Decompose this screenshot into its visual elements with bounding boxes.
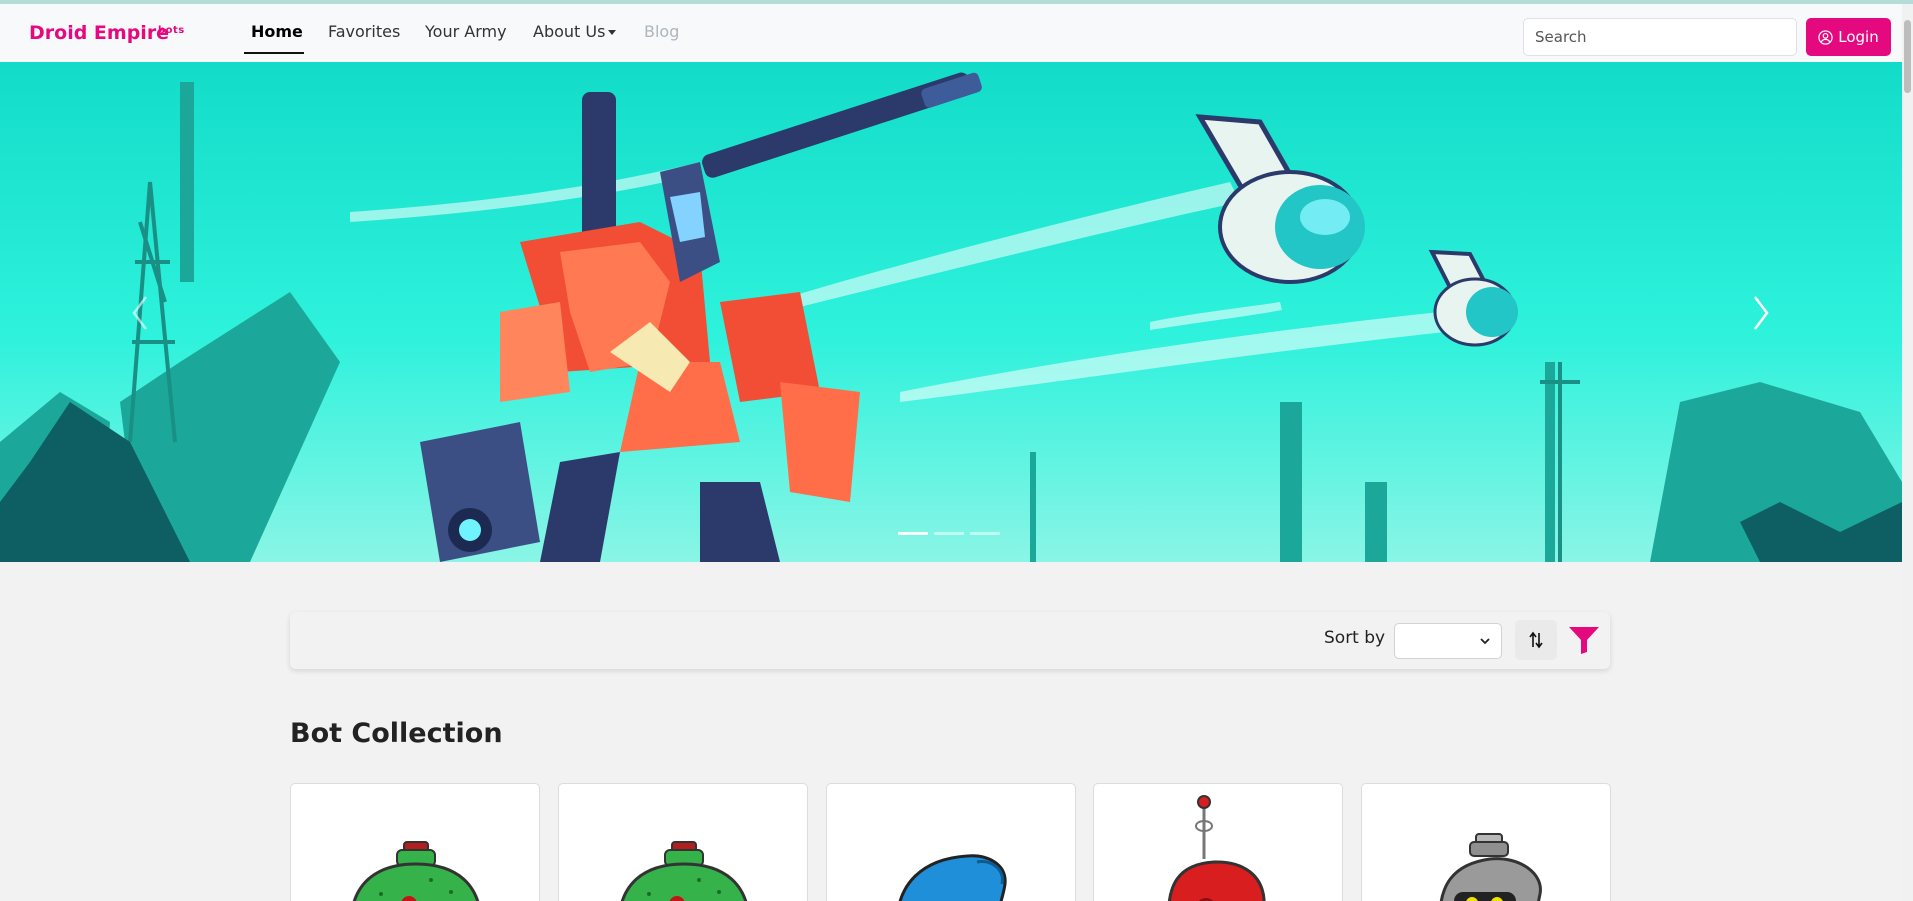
scrollbar-thumb[interactable]: [1904, 20, 1911, 93]
nav-favorites[interactable]: Favorites: [328, 22, 400, 41]
chevron-left-icon[interactable]: [126, 291, 156, 335]
hero-carousel: [0, 62, 1902, 562]
navbar: Droid Empire bots Home Favorites Your Ar…: [0, 4, 1902, 62]
sort-label: Sort by: [1324, 628, 1386, 648]
login-label: Login: [1838, 28, 1879, 46]
red-bot-avatar: [1167, 795, 1266, 901]
nav-about-us[interactable]: About Us: [533, 22, 617, 41]
blue-bot-avatar: [898, 854, 1007, 901]
carousel-indicators: [898, 532, 1000, 535]
bot-card[interactable]: [1361, 783, 1611, 901]
green-bot-avatar: [620, 841, 748, 901]
gray-bot-avatar: [1439, 833, 1542, 901]
carousel-indicator-3[interactable]: [970, 532, 1000, 535]
page-scrollbar[interactable]: [1902, 4, 1913, 901]
bot-card[interactable]: [290, 783, 540, 901]
login-button[interactable]: Login: [1806, 18, 1891, 56]
bot-card[interactable]: [558, 783, 808, 901]
sort-filter-toolbar: Sort by: [290, 612, 1610, 669]
sort-arrows-icon: [1529, 631, 1543, 649]
hero-illustration: [0, 62, 1902, 562]
brand-tagline: bots: [158, 25, 185, 36]
chevron-down-icon: [1480, 638, 1490, 645]
green-bot-avatar: [352, 841, 480, 901]
collection-title: Bot Collection: [290, 718, 503, 749]
brand-logo[interactable]: Droid Empire: [29, 22, 169, 44]
filter-icon: [1569, 627, 1599, 654]
caret-down-icon: [608, 30, 617, 35]
nav-blog[interactable]: Blog: [644, 22, 679, 41]
bot-card[interactable]: [1093, 783, 1343, 901]
carousel-indicator-1[interactable]: [898, 532, 928, 535]
bot-card[interactable]: [826, 783, 1076, 901]
sort-select[interactable]: [1394, 623, 1502, 659]
filter-button[interactable]: [1565, 622, 1603, 658]
carousel-indicator-2[interactable]: [934, 532, 964, 535]
chevron-right-icon[interactable]: [1745, 291, 1775, 335]
nav-home[interactable]: Home: [251, 22, 303, 41]
nav-your-army[interactable]: Your Army: [425, 22, 507, 41]
search-input[interactable]: [1523, 18, 1797, 56]
user-circle-icon: [1818, 29, 1833, 45]
active-nav-indicator: [244, 52, 304, 54]
nav-about-us-label: About Us: [533, 22, 606, 41]
sort-order-button[interactable]: [1515, 620, 1557, 660]
